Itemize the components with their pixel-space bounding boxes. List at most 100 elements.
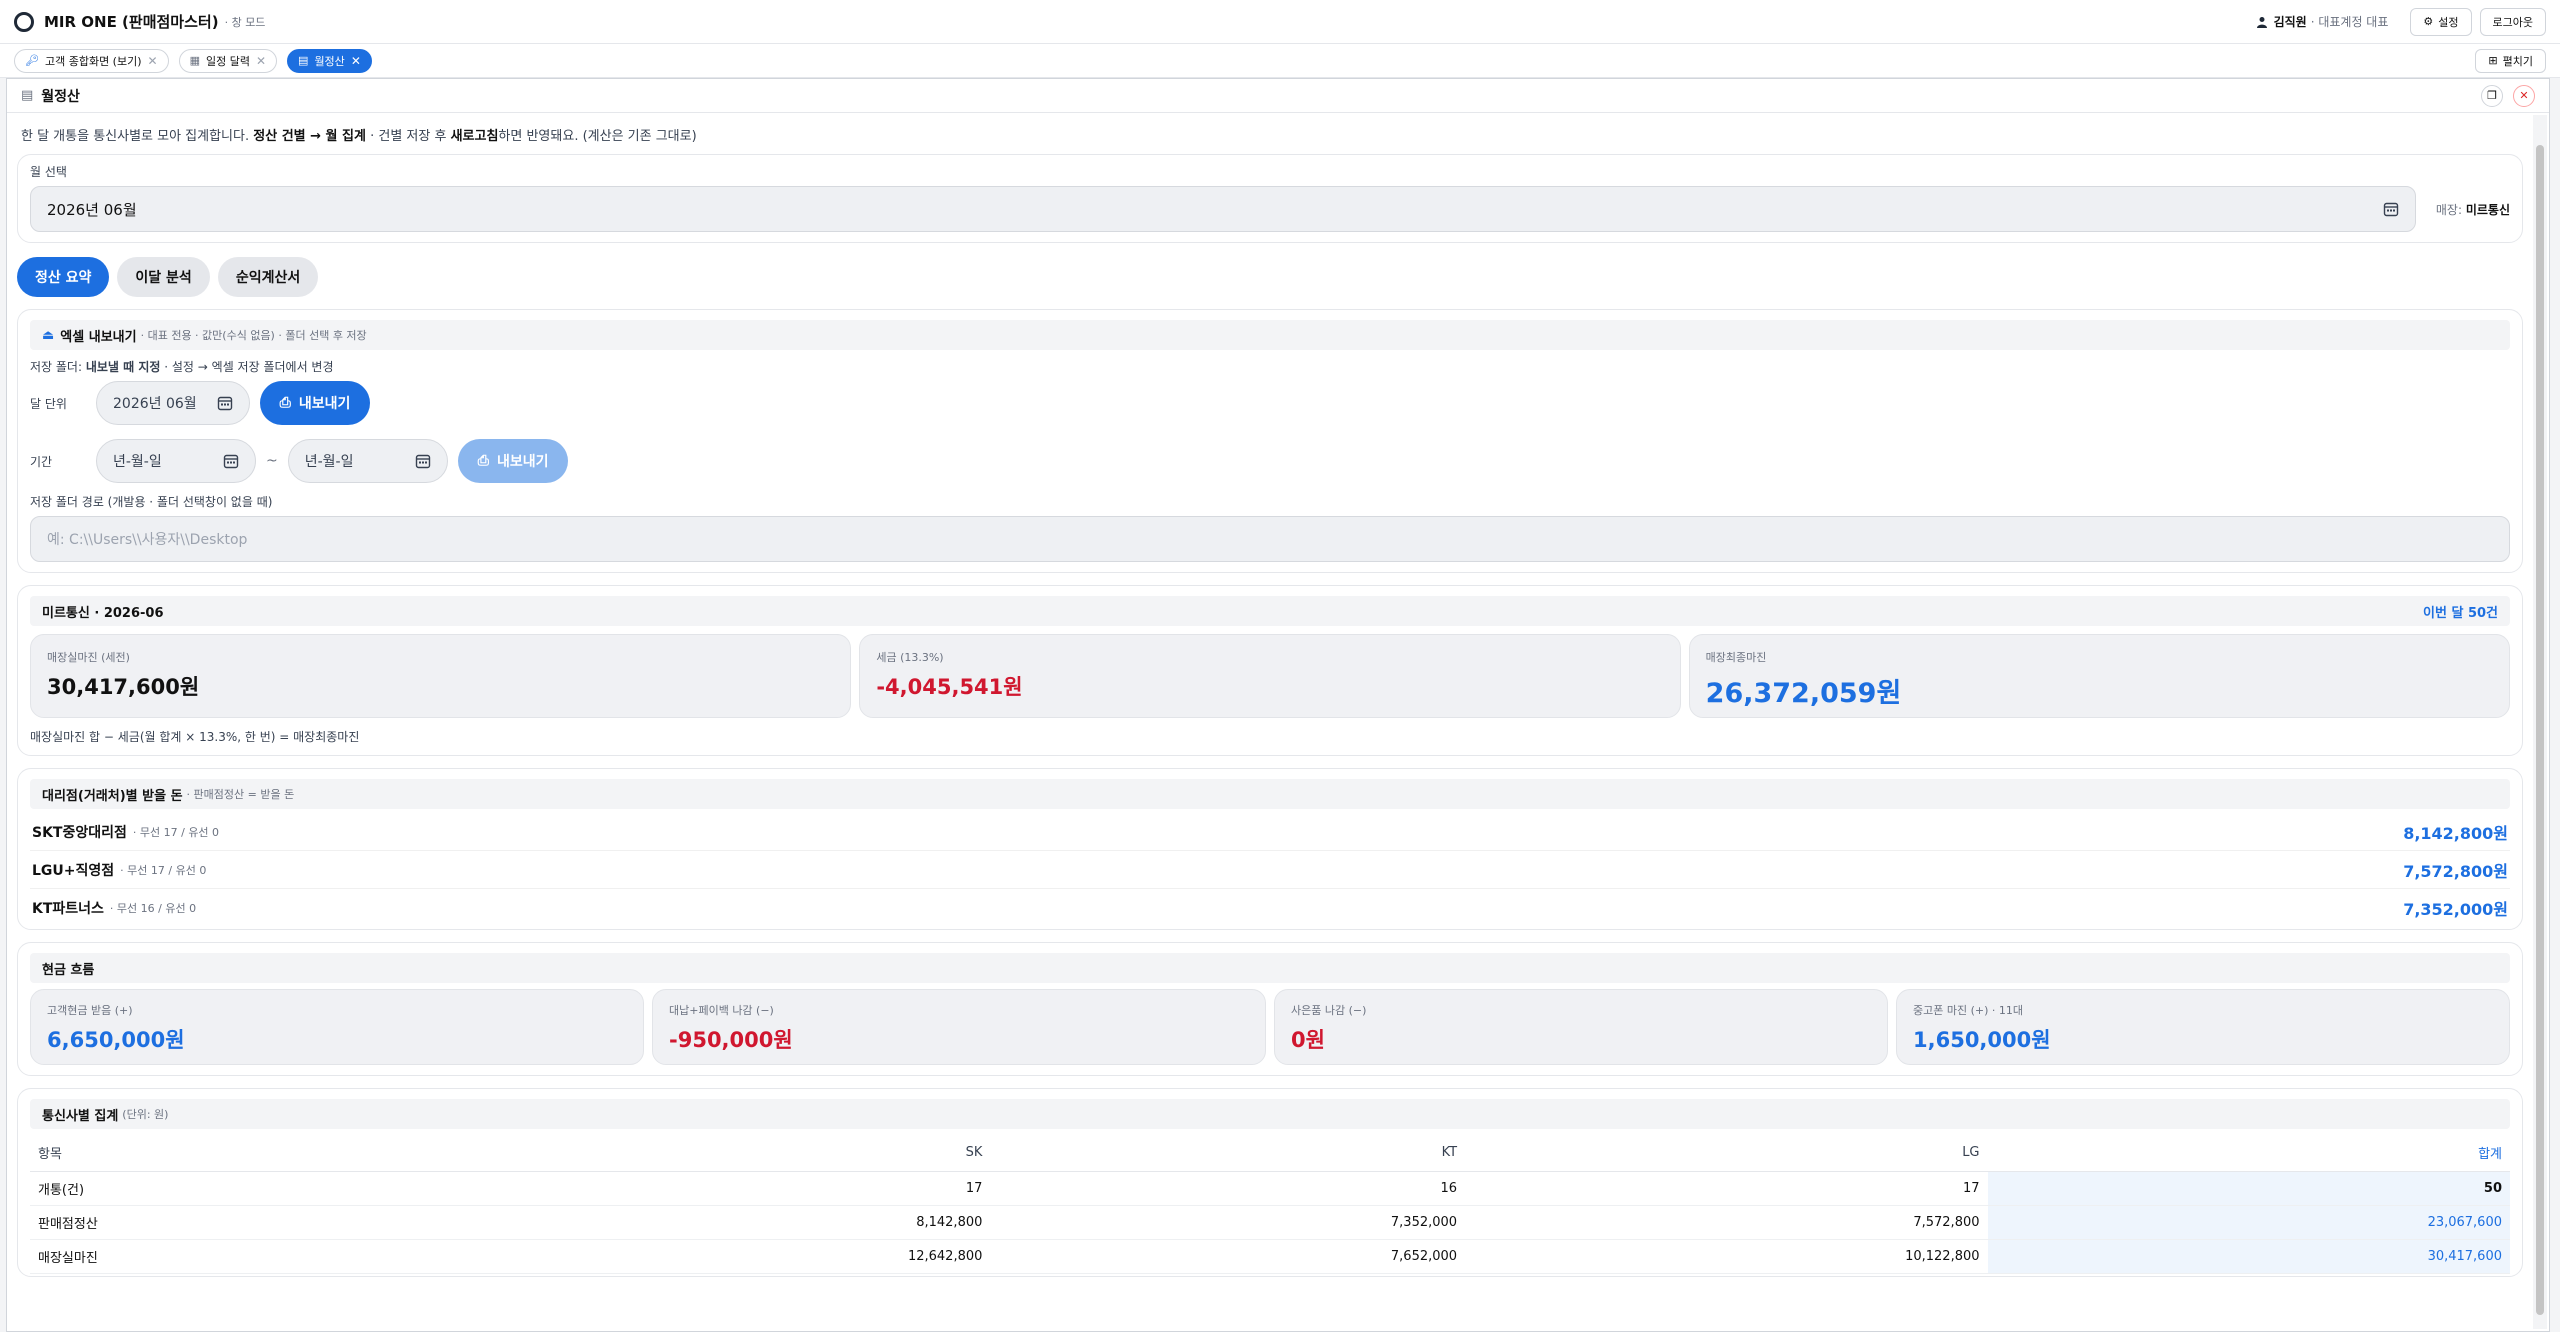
- user-info: 김직원 · 대표계정 대표: [2256, 13, 2389, 30]
- cash-customer-received: 고객현금 받음 (+) 6,650,000원: [30, 989, 644, 1065]
- month-unit-label: 달 단위: [30, 396, 67, 411]
- export-month-input[interactable]: 2026년 06월: [96, 381, 250, 425]
- agency-amount: 7,352,000원: [2403, 900, 2508, 919]
- tab-monthly-analysis[interactable]: 이달 분석: [117, 257, 210, 297]
- table-cell: 개통(건): [30, 1171, 468, 1206]
- cash-gift-out: 사은품 나감 (−) 0원: [1274, 989, 1888, 1065]
- expand-button[interactable]: ⊞ 펼치기: [2475, 48, 2546, 73]
- save-path-placeholder: 예: C:\\Users\\사용자\\Desktop: [47, 532, 248, 548]
- close-icon[interactable]: ✕: [256, 54, 266, 68]
- calendar-icon[interactable]: [415, 453, 431, 469]
- carrier-table-card: 통신사별 집계 (단위: 원) 항목 SK KT LG 합계 개통(건) 17 …: [17, 1088, 2523, 1277]
- summary-title: 미르통신 · 2026-06: [42, 605, 164, 621]
- table-cell: 매장실마진: [30, 1239, 468, 1274]
- folder-note-text: 저장 폴더:: [30, 360, 86, 374]
- carrier-table-unit: (단위: 원): [122, 1108, 169, 1121]
- calendar-icon[interactable]: [223, 453, 239, 469]
- export-label: 내보내기: [496, 454, 549, 470]
- table-row: 개통(건) 17 16 17 50: [30, 1171, 2510, 1206]
- calendar-icon: ▦: [189, 54, 200, 67]
- tab-schedule-calendar[interactable]: ▦ 일정 달력 ✕: [178, 48, 278, 73]
- table-cell: 17: [467, 1171, 991, 1206]
- carrier-table-title: 통신사별 집계: [42, 1108, 119, 1124]
- stat-value: 6,650,000원: [47, 1028, 185, 1052]
- window-tab-strip: 🔑︎ 고객 종합화면 (보기) ✕ ▦ 일정 달력 ✕ ▤ 월정산 ✕ ⊞ 펼치기: [0, 44, 2560, 78]
- period-separator: ~: [266, 453, 278, 469]
- page-description: 한 달 개통을 통신사별로 모아 집계합니다. 정산 건별 → 월 집계 · 건…: [21, 125, 2523, 144]
- agency-card: 대리점(거래처)별 받을 돈 · 판매점정산 = 받을 돈 SKT중앙대리점 ·…: [17, 768, 2523, 930]
- stat-store-margin: 매장실마진 (세전) 30,417,600원: [30, 634, 852, 718]
- table-cell: 17: [1465, 1171, 1988, 1206]
- scrollbar-thumb[interactable]: [2536, 145, 2544, 1315]
- cash-payback-out: 대납+페이백 나감 (−) -950,000원: [652, 989, 1266, 1065]
- stat-value: -950,000원: [669, 1028, 793, 1052]
- export-month-button[interactable]: ⎙ 내보내기: [259, 381, 371, 425]
- excel-export-title: 엑셀 내보내기: [60, 329, 137, 345]
- store-name: 미르통신: [2465, 202, 2510, 217]
- stat-value: 1,650,000원: [1913, 1028, 2051, 1052]
- agency-row: KT파트너스 · 무선 16 / 유선 0 7,352,000원: [30, 889, 2510, 927]
- restore-window-button[interactable]: ❐: [2481, 84, 2503, 107]
- agency-info: · 무선 16 / 유선 0: [109, 902, 197, 915]
- calendar-icon[interactable]: [2383, 201, 2399, 217]
- column-header: KT: [990, 1135, 1466, 1172]
- agency-amount: 7,572,800원: [2403, 861, 2508, 881]
- close-window-button[interactable]: ✕: [2513, 84, 2535, 107]
- tab-customer-overview[interactable]: 🔑︎ 고객 종합화면 (보기) ✕: [14, 48, 169, 73]
- table-cell: 23,067,600: [1987, 1205, 2510, 1240]
- key-icon: 🔑︎: [25, 54, 39, 67]
- cash-used-phone-margin: 중고폰 마진 (+) · 11대 1,650,000원: [1896, 989, 2510, 1065]
- document-icon: ▤: [21, 88, 34, 103]
- settings-button[interactable]: ⚙ 설정: [2410, 7, 2472, 36]
- table-cell: 7,352,000: [990, 1205, 1466, 1240]
- settlement-window: ▤ 월정산 ❐ ✕ 한 달 개통을 통신사별로 모아 집계합니다. 정산 건별 …: [6, 78, 2550, 1332]
- monthly-count-link[interactable]: 이번 달 50건: [2423, 602, 2498, 621]
- table-cell: 16: [990, 1171, 1466, 1206]
- stat-label: 고객현금 받음 (+): [47, 1004, 133, 1017]
- tab-settlement-summary[interactable]: 정산 요약: [17, 257, 110, 297]
- carrier-table-header: 통신사별 집계 (단위: 원): [30, 1099, 2510, 1129]
- table-cell: 판매점정산: [30, 1205, 468, 1240]
- close-icon[interactable]: ✕: [148, 54, 158, 68]
- settings-label: 설정: [2438, 15, 2459, 29]
- month-select-input[interactable]: 2026년 06월: [30, 186, 2416, 232]
- agency-row: LGU+직영점 · 무선 17 / 유선 0 7,572,800원: [30, 851, 2510, 889]
- store-indicator: 매장: 미르통신: [2436, 201, 2510, 218]
- export-period-button[interactable]: ⎙ 내보내기: [457, 439, 569, 483]
- app-title: MIR ONE (판매점마스터): [44, 13, 219, 31]
- table-row: 판매점정산 8,142,800 7,352,000 7,572,800 23,0…: [30, 1205, 2510, 1240]
- tab-profit-statement[interactable]: 순익계산서: [217, 257, 319, 297]
- sub-tabs: 정산 요약 이달 분석 순익계산서: [17, 257, 2523, 297]
- grid-icon: ⊞: [2488, 54, 2498, 67]
- export-month-value: 2026년 06월: [113, 396, 197, 412]
- period-from-value: 년-월-일: [113, 454, 162, 470]
- period-to-input[interactable]: 년-월-일: [287, 439, 448, 483]
- user-role: · 대표계정 대표: [2310, 15, 2389, 29]
- cashflow-card: 현금 흐름 고객현금 받음 (+) 6,650,000원 대납+페이백 나감 (…: [17, 942, 2523, 1076]
- desc-text-1: 한 달 개통을 통신사별로 모아 집계합니다.: [21, 129, 254, 144]
- cashflow-title: 현금 흐름: [42, 962, 95, 978]
- window-header: ▤ 월정산 ❐ ✕: [7, 79, 2549, 113]
- save-path-input[interactable]: 예: C:\\Users\\사용자\\Desktop: [30, 516, 2510, 562]
- summary-card: 미르통신 · 2026-06 이번 달 50건 매장실마진 (세전) 30,41…: [17, 585, 2523, 756]
- table-header-row: 항목 SK KT LG 합계: [30, 1135, 2510, 1172]
- logout-button[interactable]: 로그아웃: [2479, 7, 2546, 36]
- excel-export-subtitle: · 대표 전용 · 값만(수식 없음) · 폴더 선택 후 저장: [140, 329, 367, 342]
- close-icon[interactable]: ✕: [351, 54, 361, 68]
- tab-label: 일정 달력: [205, 54, 250, 68]
- app-root: MIR ONE (판매점마스터) · 창 모드 김직원 · 대표계정 대표 ⚙ 설…: [0, 0, 2560, 1332]
- path-label: 저장 폴더 경로 (개발용 · 폴더 선택창이 없을 때): [30, 495, 273, 509]
- period-from-input[interactable]: 년-월-일: [96, 439, 256, 483]
- agency-header: 대리점(거래처)별 받을 돈 · 판매점정산 = 받을 돈: [30, 779, 2510, 809]
- user-name: 김직원: [2273, 15, 2307, 29]
- stat-value: 0원: [1291, 1028, 1325, 1052]
- agency-name: SKT중앙대리점: [32, 824, 127, 841]
- summary-header: 미르통신 · 2026-06 이번 달 50건: [30, 596, 2510, 626]
- close-icon: ✕: [2519, 89, 2529, 102]
- vertical-scrollbar[interactable]: [2533, 115, 2547, 1329]
- calendar-icon[interactable]: [217, 395, 233, 411]
- tab-label: 고객 종합화면 (보기): [44, 54, 142, 68]
- agency-amount: 8,142,800원: [2403, 823, 2508, 843]
- tab-monthly-settlement[interactable]: ▤ 월정산 ✕: [287, 48, 372, 73]
- table-cell: 7,652,000: [990, 1239, 1466, 1274]
